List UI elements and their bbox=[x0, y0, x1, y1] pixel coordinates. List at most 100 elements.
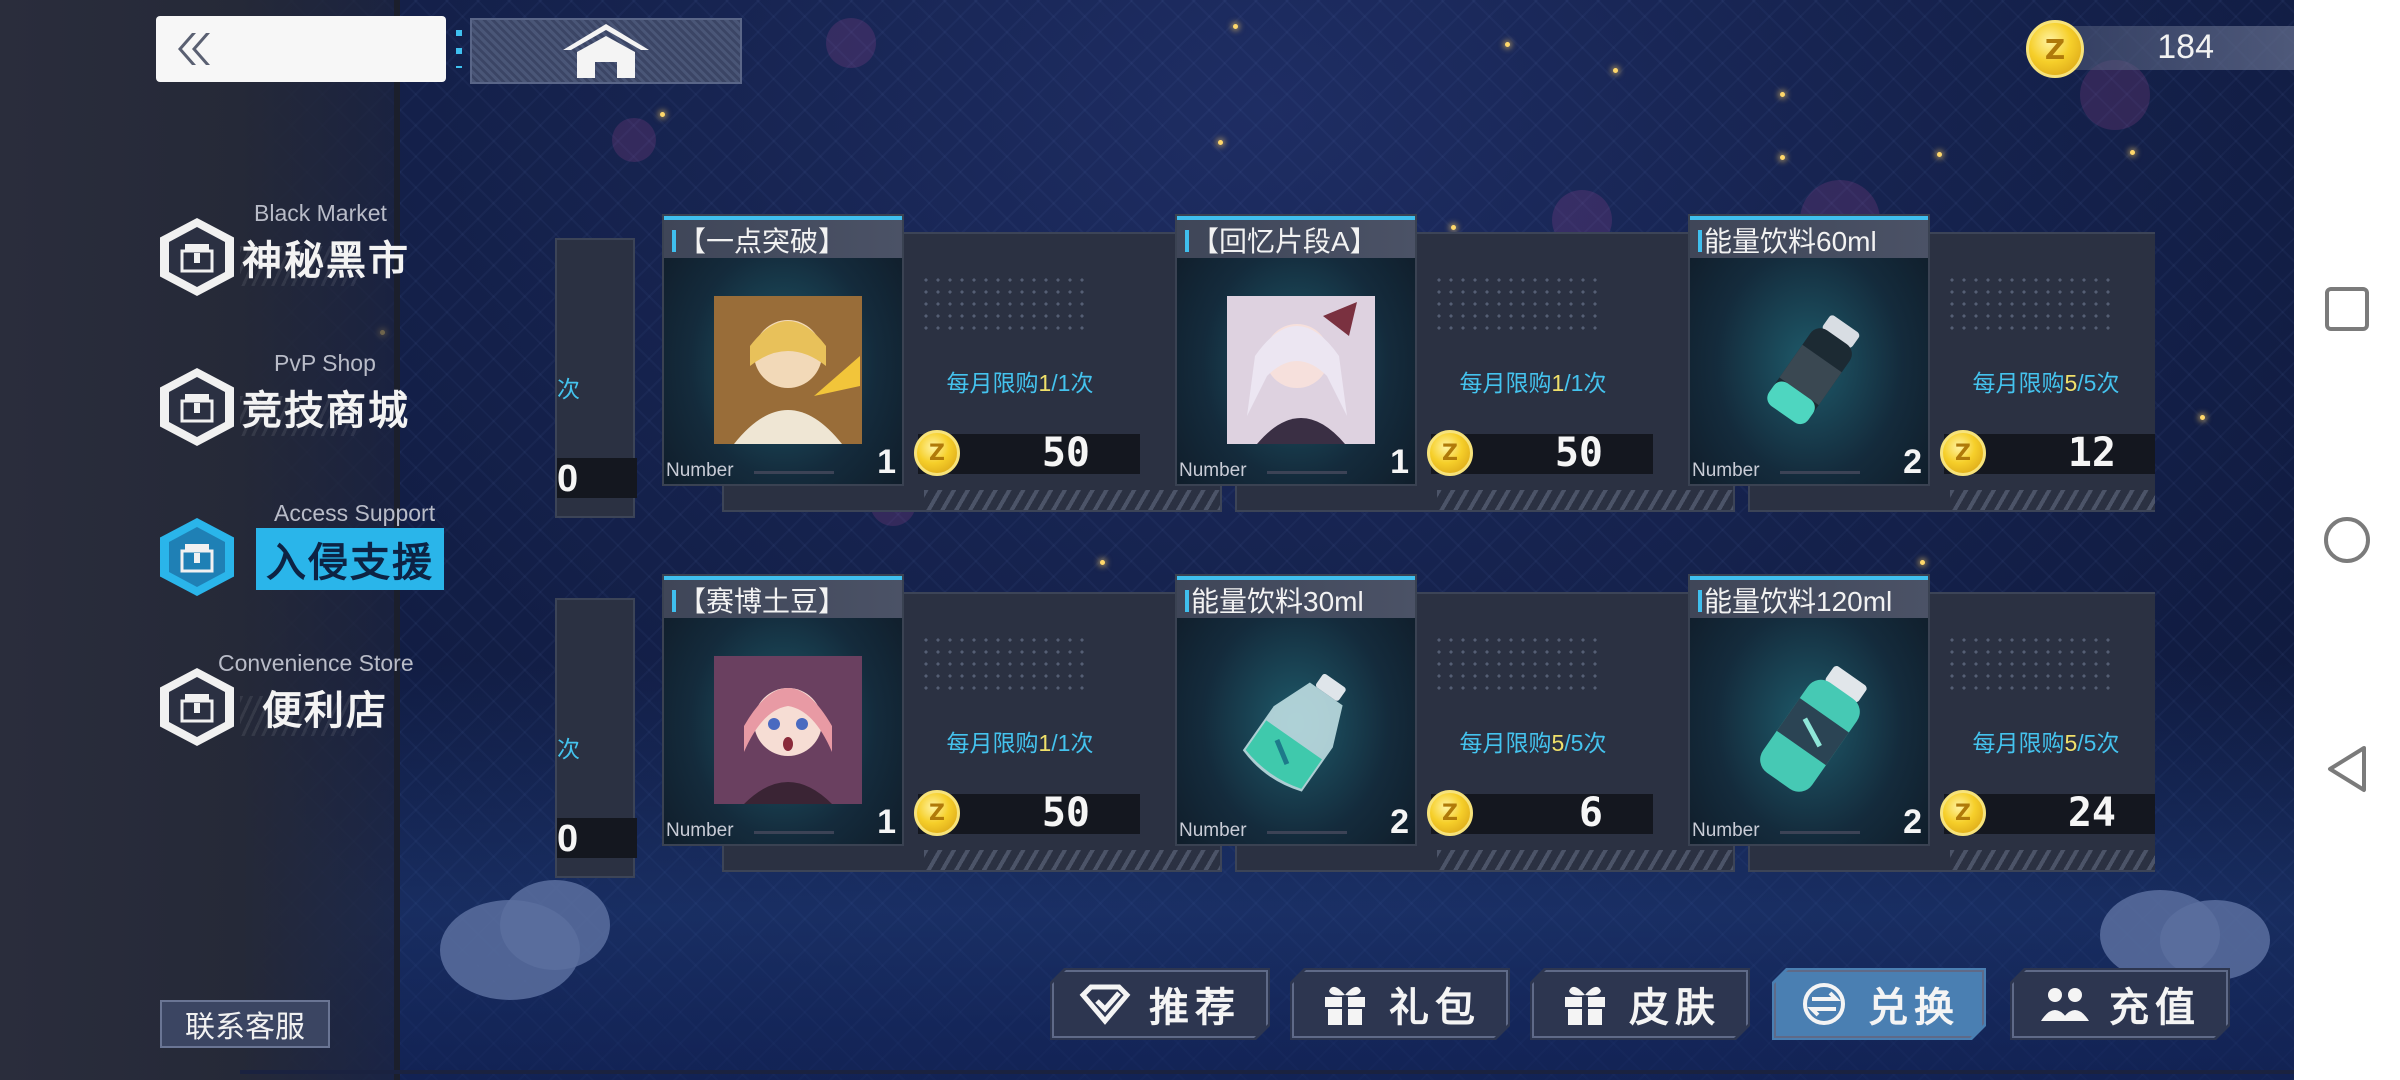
game-screen: Z 184 Black Market 神秘黑市 PvP Shop 竞技商城 Ac… bbox=[0, 0, 2294, 1080]
character-portrait bbox=[1227, 296, 1375, 444]
item-quantity: 2 bbox=[1903, 803, 1922, 841]
back-button[interactable] bbox=[156, 16, 446, 82]
dot-grid-decoration bbox=[920, 634, 1092, 694]
gift-icon bbox=[1319, 981, 1371, 1027]
tab-label: 推荐 bbox=[1149, 986, 1241, 1030]
tab-recommend[interactable]: 推荐 bbox=[1050, 968, 1270, 1040]
currency-amount: 184 bbox=[2157, 28, 2214, 66]
bokeh-decoration bbox=[826, 18, 876, 68]
users-icon bbox=[2039, 981, 2091, 1027]
item-title: 【回忆片段A】 bbox=[1191, 226, 1378, 257]
sidebar-item-label: 入侵支援 bbox=[256, 528, 444, 590]
coin-icon: Z bbox=[914, 430, 960, 476]
bokeh-decoration bbox=[612, 118, 656, 162]
item-image-box: 能量饮料120ml Number 2 bbox=[1688, 574, 1930, 846]
cloud-decoration bbox=[500, 880, 610, 970]
coin-icon: Z bbox=[1427, 790, 1473, 836]
item-price: 24 bbox=[2067, 790, 2116, 836]
tab-recharge[interactable]: 充值 bbox=[2010, 968, 2230, 1040]
purchase-limit: 每月限购5/5次 bbox=[1972, 730, 2120, 756]
item-grid: 【一点突破】 Number 1 每月限购1/1次 Z 50 【回忆片段A】 Nu… bbox=[555, 200, 2155, 880]
price-button[interactable]: Z 50 bbox=[1427, 430, 1653, 476]
item-card[interactable]: 【一点突破】 Number 1 每月限购1/1次 Z 50 bbox=[662, 214, 1222, 514]
number-label: Number bbox=[1692, 820, 1760, 841]
character-portrait bbox=[714, 656, 862, 804]
home-button[interactable] bbox=[470, 18, 742, 84]
item-image-box: 能量饮料30ml Number 2 bbox=[1175, 574, 1417, 846]
item-card[interactable]: 【回忆片段A】 Number 1 每月限购1/1次 Z 50 bbox=[1175, 214, 1735, 514]
energy-drink-large-bottle-icon bbox=[1760, 666, 1867, 792]
purchase-limit: 每月限购1/1次 bbox=[946, 370, 1094, 396]
sidebar-item-label: 便利店 bbox=[262, 689, 388, 733]
sidebar-item-en-label: PvP Shop bbox=[274, 350, 376, 376]
purchase-limit: 每月限购1/1次 bbox=[946, 730, 1094, 756]
item-price: 12 bbox=[2067, 430, 2116, 476]
price-button[interactable]: Z 24 bbox=[1940, 790, 2155, 836]
bottom-divider bbox=[240, 1070, 2294, 1074]
purchase-limit: 每月限购5/5次 bbox=[1459, 730, 1607, 756]
separator bbox=[456, 30, 462, 68]
star-decoration bbox=[1780, 155, 1785, 160]
system-navigation-bar bbox=[2294, 0, 2400, 1080]
gift-icon bbox=[1559, 981, 1611, 1027]
star-decoration bbox=[2200, 415, 2205, 420]
item-price: 50 bbox=[1041, 430, 1090, 476]
item-price: 50 bbox=[1041, 790, 1090, 836]
item-title: 能量饮料60ml bbox=[1704, 226, 1877, 257]
shop-icon bbox=[160, 668, 234, 746]
star-decoration bbox=[1505, 42, 1510, 47]
star-decoration bbox=[2130, 150, 2135, 155]
triangle-back-icon bbox=[2328, 746, 2366, 792]
recents-button[interactable] bbox=[2322, 284, 2372, 334]
energy-drink-bottle-icon bbox=[1767, 315, 1860, 425]
tab-gift-pack[interactable]: 礼包 bbox=[1290, 968, 1510, 1040]
sidebar-item-pvp-shop[interactable]: PvP Shop 竞技商城 bbox=[160, 350, 460, 460]
dot-grid-decoration bbox=[1433, 274, 1605, 334]
sidebar-item-en-label: Convenience Store bbox=[218, 650, 414, 676]
item-price: 50 bbox=[1554, 430, 1603, 476]
star-decoration bbox=[1218, 140, 1223, 145]
item-card[interactable]: 能量饮料120ml Number 2 每月限购5/5次 Z 24 bbox=[1688, 574, 2155, 874]
star-decoration bbox=[1233, 24, 1238, 29]
star-decoration bbox=[1780, 92, 1785, 97]
square-icon bbox=[2325, 287, 2369, 331]
home-system-button[interactable] bbox=[2322, 515, 2372, 565]
price-button[interactable]: Z 6 bbox=[1427, 790, 1653, 836]
purchase-limit: 每月限购5/5次 bbox=[1972, 370, 2120, 396]
recommend-icon bbox=[1079, 981, 1131, 1027]
item-title: 【赛博土豆】 bbox=[678, 586, 847, 617]
price-button[interactable]: Z 50 bbox=[914, 430, 1140, 476]
item-quantity: 1 bbox=[877, 443, 896, 481]
sidebar-item-access-support[interactable]: Access Support 入侵支援 bbox=[160, 500, 460, 610]
item-card[interactable]: 能量饮料60ml Number 2 每月限购5/5次 Z 12 bbox=[1688, 214, 2155, 514]
sidebar-item-black-market[interactable]: Black Market 神秘黑市 bbox=[160, 200, 460, 310]
circle-icon bbox=[2324, 517, 2370, 563]
number-label: Number bbox=[1692, 460, 1760, 481]
tab-exchange[interactable]: 兑换 bbox=[1772, 968, 1986, 1040]
item-quantity: 1 bbox=[877, 803, 896, 841]
tab-label: 礼包 bbox=[1389, 986, 1481, 1030]
sidebar-item-label: 神秘黑市 bbox=[242, 239, 410, 283]
shop-icon bbox=[160, 518, 234, 596]
currency-display: Z 184 bbox=[2020, 18, 2294, 78]
item-card[interactable]: 能量饮料30ml Number 2 每月限购5/5次 Z 6 bbox=[1175, 574, 1735, 874]
contact-support-button[interactable]: 联系客服 bbox=[160, 1000, 330, 1048]
tab-label: 皮肤 bbox=[1629, 986, 1721, 1030]
item-quantity: 2 bbox=[1390, 803, 1409, 841]
price-button[interactable]: Z 12 bbox=[1940, 430, 2155, 476]
price-button[interactable]: Z 50 bbox=[914, 790, 1140, 836]
star-decoration bbox=[660, 112, 665, 117]
number-label: Number bbox=[1179, 460, 1247, 481]
item-image-box: 【回忆片段A】 Number 1 bbox=[1175, 214, 1417, 486]
purchase-limit: 每月限购1/1次 bbox=[1459, 370, 1607, 396]
item-price: 6 bbox=[1578, 790, 1603, 836]
tab-label: 充值 bbox=[2109, 986, 2201, 1030]
back-system-button[interactable] bbox=[2322, 744, 2372, 794]
dot-grid-decoration bbox=[1433, 634, 1605, 694]
sidebar-item-convenience-store[interactable]: Convenience Store 便利店 bbox=[160, 650, 460, 760]
item-image-box: 【一点突破】 Number 1 bbox=[662, 214, 904, 486]
sidebar-item-label: 竞技商城 bbox=[242, 389, 410, 433]
tab-label: 兑换 bbox=[1868, 986, 1960, 1030]
item-card[interactable]: 【赛博土豆】 Number 1 每月限购1/1次 Z 50 bbox=[662, 574, 1222, 874]
tab-skin[interactable]: 皮肤 bbox=[1530, 968, 1750, 1040]
